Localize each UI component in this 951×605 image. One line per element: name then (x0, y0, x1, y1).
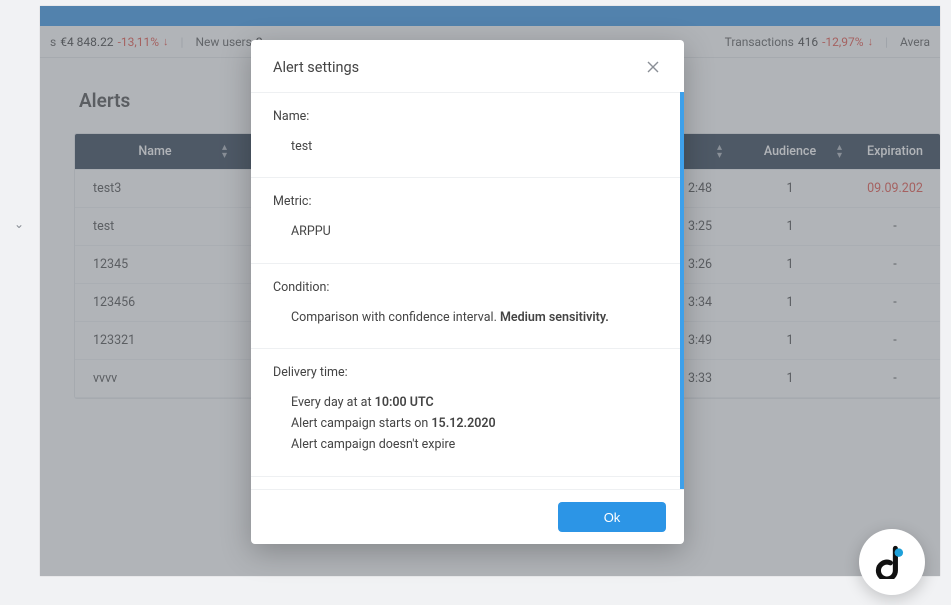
name-label: Name: (273, 109, 658, 124)
metric-value: ARPPU (273, 221, 658, 242)
section-audience: Audience: (251, 476, 680, 490)
condition-sensitivity: Medium sensitivity. (500, 310, 609, 325)
dialog-footer: Ok (251, 489, 684, 544)
delivery-value: Every day at at 10:00 UTC Alert campaign… (273, 392, 658, 456)
close-icon (647, 61, 659, 73)
dialog-title: Alert settings (273, 59, 359, 76)
collapse-sidebar-icon[interactable]: ⌄ (11, 217, 27, 233)
section-name: Name: test (251, 92, 680, 177)
alert-settings-dialog: Alert settings Name: test Metric: ARPPU … (251, 40, 684, 544)
condition-value: Comparison with confidence interval. Med… (273, 307, 658, 328)
close-button[interactable] (644, 58, 662, 76)
dialog-header: Alert settings (251, 40, 684, 92)
dialog-body: Name: test Metric: ARPPU Condition: Comp… (251, 92, 684, 489)
delivery-line3: Alert campaign doesn't expire (291, 434, 658, 455)
name-value: test (273, 136, 658, 157)
condition-text: Comparison with confidence interval. (291, 310, 497, 325)
delivery-line1-text: Every day at at (291, 395, 375, 410)
section-condition: Condition: Comparison with confidence in… (251, 263, 680, 348)
section-metric: Metric: ARPPU (251, 177, 680, 262)
brand-logo-icon (875, 545, 909, 579)
metric-label: Metric: (273, 194, 658, 209)
condition-label: Condition: (273, 280, 658, 295)
section-delivery: Delivery time: Every day at at 10:00 UTC… (251, 348, 680, 476)
delivery-line1-time: 10:00 UTC (375, 395, 434, 410)
delivery-line2-text: Alert campaign starts on (291, 416, 431, 431)
delivery-line2-date: 15.12.2020 (431, 416, 495, 431)
brand-badge[interactable] (859, 529, 925, 595)
delivery-label: Delivery time: (273, 365, 658, 380)
ok-button[interactable]: Ok (558, 502, 666, 532)
